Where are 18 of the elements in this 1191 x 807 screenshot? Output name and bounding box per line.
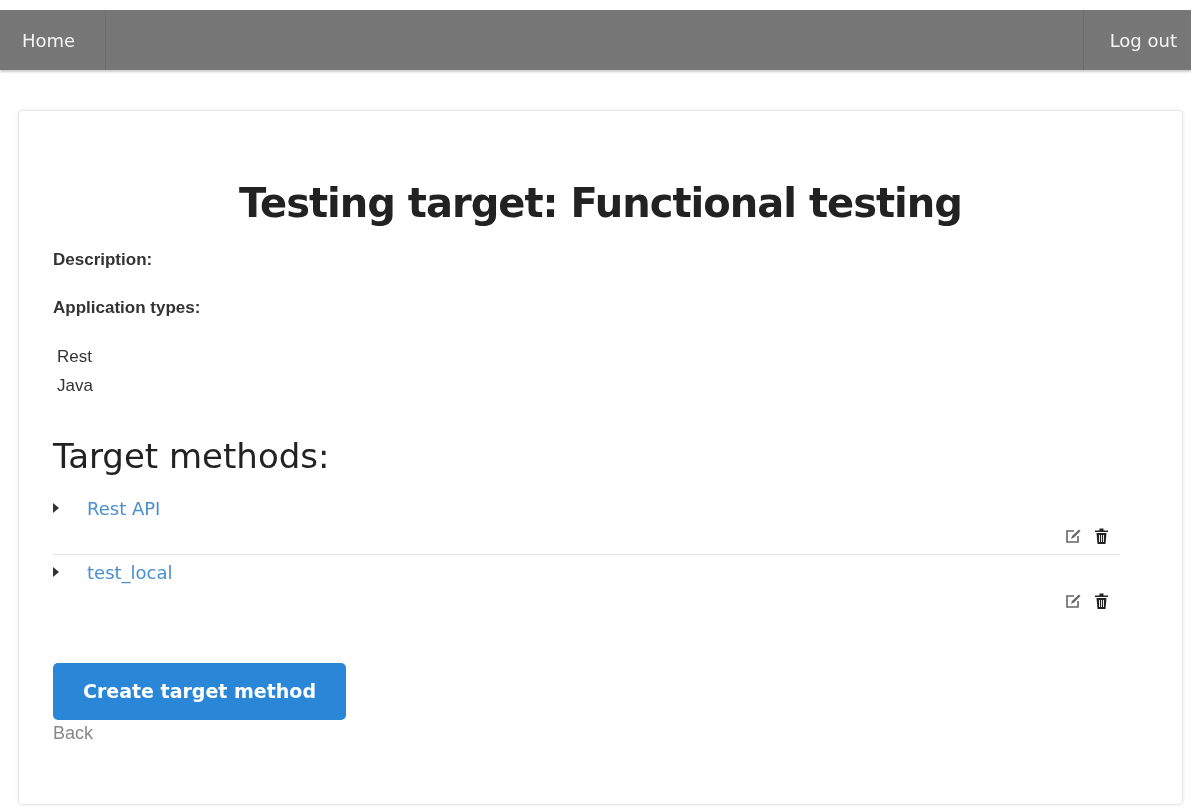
section-heading: Target methods: [53,436,331,477]
application-type: Java [56,375,94,397]
application-type: Rest [56,346,93,368]
edit-icon[interactable] [1065,593,1081,609]
page-title: Testing target: Functional testing [238,179,963,227]
trash-icon[interactable] [1095,527,1108,544]
expand-arrow-icon[interactable] [53,566,59,577]
method-link[interactable]: Rest API [59,494,161,554]
method-link[interactable]: test_local [59,558,173,619]
back-link[interactable]: Back [53,719,94,747]
logout-link[interactable]: Log out [1082,10,1191,70]
expand-arrow-icon[interactable] [53,502,59,513]
create-target-method-button[interactable]: Create target method [53,662,346,720]
trash-icon[interactable] [1095,592,1108,609]
home-link[interactable]: Home [0,10,106,70]
application-types-label: Application types: [53,296,202,319]
edit-icon[interactable] [1065,528,1081,544]
description-label: Description: [53,249,154,271]
